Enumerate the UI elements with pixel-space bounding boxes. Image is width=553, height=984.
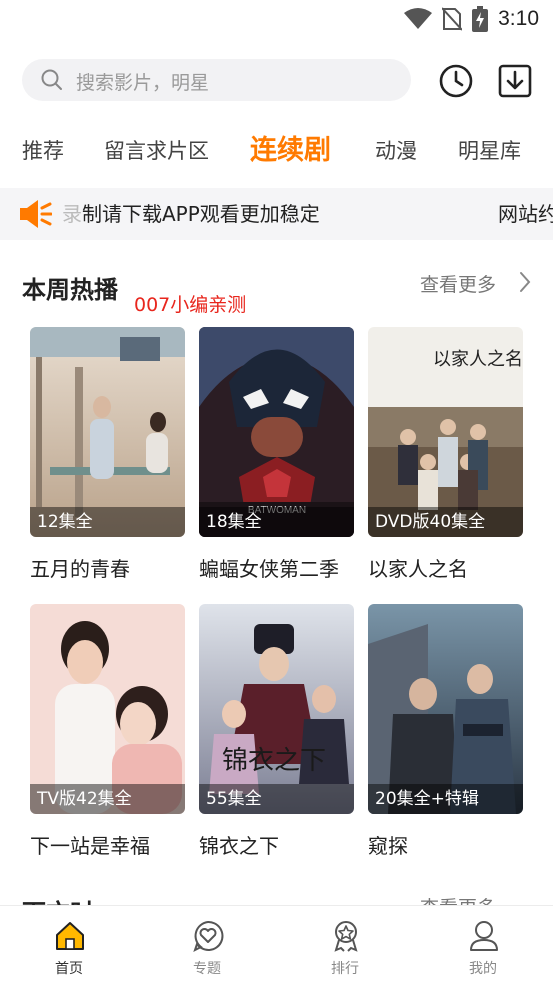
see-more-link[interactable]: 查看更多	[420, 270, 496, 297]
history-icon[interactable]	[438, 63, 474, 99]
episode-badge: 18集全	[199, 507, 354, 537]
nav-profile[interactable]: 我的	[433, 906, 533, 984]
nav-label: 我的	[469, 961, 497, 977]
poster-image[interactable]: 12集全	[30, 327, 185, 537]
home-icon	[56, 922, 84, 950]
category-tabs: 推荐 留言求片区 连续剧 动漫 明星库	[0, 128, 553, 174]
poster-image[interactable]: 锦衣之下 55集全	[199, 604, 354, 814]
status-time: 3:10	[498, 7, 539, 30]
nav-topics[interactable]: 专题	[157, 906, 257, 984]
notice-fade-text: 录	[62, 202, 82, 226]
episode-badge: 20集全+特辑	[368, 784, 523, 814]
episode-badge: TV版42集全	[30, 784, 185, 814]
nav-label: 排行	[331, 961, 359, 977]
notice-bar[interactable]: 录制请下载APP观看更加稳定 网站约	[0, 188, 553, 240]
poster-image[interactable]: 以家人之名 DVD版40集全	[368, 327, 523, 537]
tab-request[interactable]: 留言求片区	[104, 128, 209, 174]
speaker-icon	[20, 200, 52, 228]
poster-image[interactable]: TV版42集全	[30, 604, 185, 814]
notice-text-next: 网站约	[498, 202, 553, 226]
bottom-nav: 首页 专题 排行 我的	[0, 905, 553, 984]
tab-anime[interactable]: 动漫	[375, 128, 417, 174]
svg-text:锦衣之下: 锦衣之下	[222, 746, 326, 776]
battery-charging-icon	[472, 6, 489, 32]
search-placeholder: 搜索影片，明星	[76, 72, 210, 94]
download-icon[interactable]	[497, 63, 533, 99]
chevron-right-icon[interactable]	[518, 270, 532, 294]
tab-recommend[interactable]: 推荐	[22, 128, 64, 174]
tab-stars[interactable]: 明星库	[458, 128, 521, 174]
notice-text: 录制请下载APP观看更加稳定	[62, 202, 320, 226]
nav-label: 首页	[55, 961, 83, 977]
no-sim-icon	[442, 7, 463, 31]
status-bar: 3:10	[0, 0, 553, 40]
drama-title[interactable]: 五月的青春	[30, 553, 130, 582]
section-subtitle: 007小编亲测	[134, 294, 247, 316]
episode-badge: DVD版40集全	[368, 507, 523, 537]
user-icon	[470, 921, 498, 951]
svg-text:以家人之名: 以家人之名	[433, 349, 523, 370]
tab-series[interactable]: 连续剧	[250, 128, 331, 174]
nav-ranking[interactable]: 排行	[295, 906, 395, 984]
drama-title[interactable]: 窥探	[368, 830, 408, 859]
episode-badge: 12集全	[30, 507, 185, 537]
heart-chat-icon	[193, 920, 224, 952]
drama-title[interactable]: 锦衣之下	[199, 830, 279, 859]
drama-title[interactable]: 下一站是幸福	[30, 830, 150, 859]
poster-image[interactable]: 20集全+特辑	[368, 604, 523, 814]
section-title: 本周热播	[22, 276, 118, 304]
poster-image[interactable]: BATWOMAN 18集全	[199, 327, 354, 537]
nav-home[interactable]: 首页	[19, 906, 119, 984]
award-icon	[334, 921, 358, 952]
drama-title[interactable]: 蝙蝠女侠第二季	[199, 553, 339, 582]
search-icon	[41, 69, 62, 90]
nav-label: 专题	[193, 961, 221, 977]
episode-badge: 55集全	[199, 784, 354, 814]
wifi-icon	[404, 8, 433, 29]
drama-title[interactable]: 以家人之名	[368, 553, 468, 582]
search-input[interactable]: 搜索影片，明星	[22, 59, 411, 101]
